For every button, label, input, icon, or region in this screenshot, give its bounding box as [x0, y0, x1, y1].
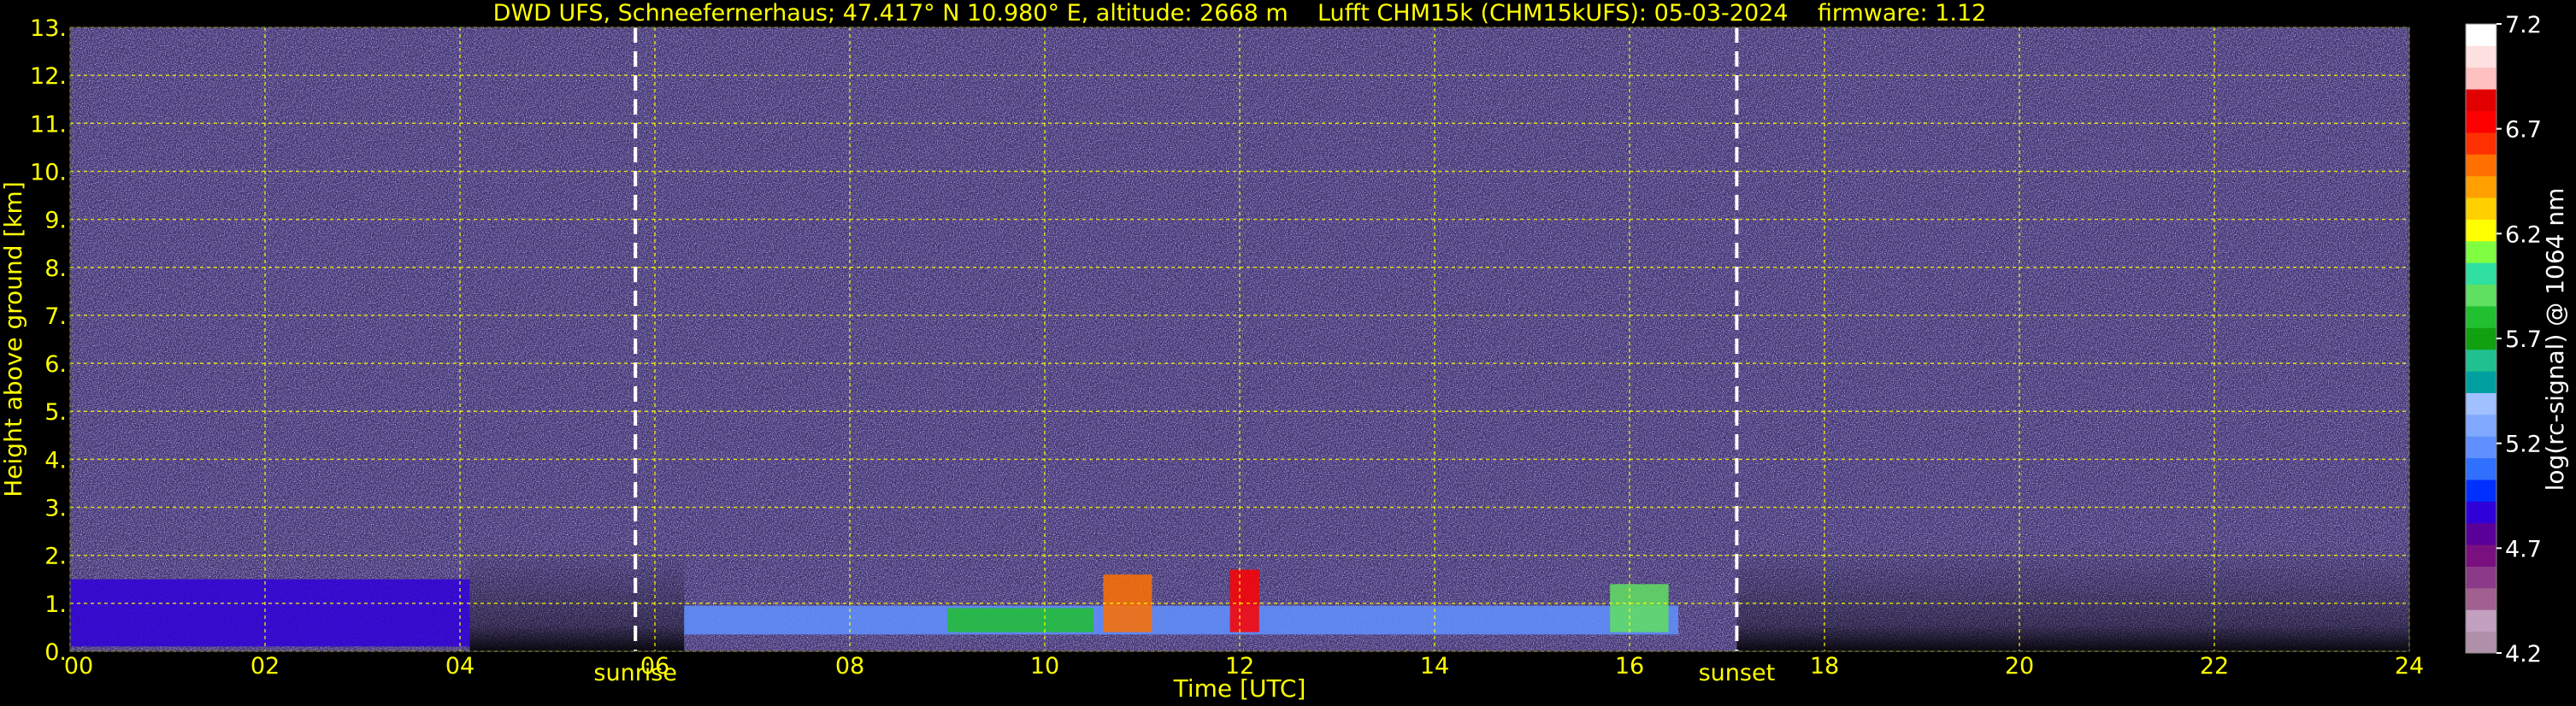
colorbar-tick-label: 5.2 — [2505, 432, 2542, 458]
x-tick-label: 06 — [640, 653, 669, 680]
colorbar-swatch — [2466, 371, 2496, 393]
colorbar-swatch — [2466, 24, 2496, 46]
sun-event-label: sunset — [1699, 660, 1776, 686]
aerosol-layer — [70, 579, 470, 647]
y-tick-label: 13. — [30, 15, 67, 42]
colorbar-swatch — [2466, 89, 2496, 112]
x-tick-label: 08 — [835, 653, 864, 680]
colorbar: 7.2 6.7 6.2 5.7 5.2 4.7 4.2 — [2465, 12, 2542, 668]
colorbar-tick-label: 6.7 — [2505, 117, 2542, 144]
colorbar-swatch — [2466, 587, 2496, 610]
colorbar-swatch — [2466, 631, 2496, 654]
y-tick-label: 6. — [44, 351, 67, 378]
aerosol-layer — [947, 608, 1093, 632]
colorbar-swatch — [2466, 305, 2496, 328]
colorbar-swatch — [2466, 349, 2496, 372]
low-signal-mask — [469, 545, 685, 651]
x-tick-label: 02 — [251, 653, 280, 680]
colorbar-swatch — [2466, 566, 2496, 589]
y-tick-label: 7. — [44, 303, 67, 330]
colorbar-swatch — [2466, 457, 2496, 480]
x-tick-label: 24 — [2395, 653, 2424, 680]
y-tick-labels: 0. 1. 2. 3. 4. 5. 6. 7. 8. 9. 10. 11. 12. 13. — [30, 15, 67, 666]
y-tick-label: 5. — [44, 399, 67, 426]
plot-area: sunrise sunset — [69, 26, 2410, 686]
y-tick-label: 9. — [44, 208, 67, 234]
y-axis-label: Height above ground [km] — [0, 181, 27, 497]
colorbar-swatch — [2466, 501, 2496, 524]
aerosol-layer — [684, 605, 1679, 635]
y-tick-label: 0. — [44, 639, 67, 666]
colorbar-swatch — [2466, 609, 2496, 632]
aerosol-layer — [1610, 584, 1669, 632]
x-tick-label: 20 — [2005, 653, 2034, 680]
colorbar-swatch — [2466, 67, 2496, 90]
colorbar-swatch — [2466, 240, 2496, 263]
x-tick-label: 18 — [1810, 653, 1839, 680]
colorbar-swatch — [2466, 132, 2496, 155]
colorbar-swatch — [2466, 175, 2496, 198]
x-tick-label: 14 — [1420, 653, 1449, 680]
x-tick-label: 16 — [1615, 653, 1644, 680]
colorbar-label: log(rc-signal) @ 1064 nm — [2541, 188, 2569, 491]
colorbar-swatch — [2466, 197, 2496, 220]
colorbar-tick-label: 4.7 — [2505, 536, 2542, 562]
y-tick-label: 1. — [44, 591, 67, 618]
colorbar-tick-label: 5.7 — [2505, 327, 2542, 353]
x-axis-label: Time [UTC] — [1173, 674, 1306, 703]
y-tick-label: 12. — [30, 63, 67, 90]
colorbar-swatch — [2466, 522, 2496, 545]
low-signal-mask — [1736, 545, 2409, 651]
y-tick-label: 11. — [30, 111, 67, 138]
colorbar-swatch — [2466, 392, 2496, 415]
colorbar-tick-label: 7.2 — [2505, 12, 2542, 38]
x-tick-label: 00 — [64, 653, 93, 680]
chart-title: DWD UFS, Schneefernerhaus; 47.417° N 10.… — [493, 0, 1987, 26]
x-tick-label: 10 — [1030, 653, 1059, 680]
colorbar-tick-label: 4.2 — [2505, 641, 2542, 668]
colorbar-swatch — [2466, 262, 2496, 285]
ceilometer-chart: DWD UFS, Schneefernerhaus; 47.417° N 10.… — [0, 0, 2569, 703]
colorbar-swatch — [2466, 436, 2496, 459]
y-tick-label: 10. — [30, 159, 67, 185]
colorbar-swatch — [2466, 544, 2496, 567]
colorbar-swatch — [2466, 45, 2496, 68]
y-tick-label: 3. — [44, 496, 67, 522]
y-tick-label: 2. — [44, 544, 67, 570]
colorbar-swatch — [2466, 219, 2496, 242]
colorbar-swatch — [2466, 110, 2496, 133]
aerosol-layer — [1229, 569, 1259, 632]
colorbar-tick-label: 6.2 — [2505, 221, 2542, 248]
y-tick-label: 8. — [44, 256, 67, 282]
x-tick-label: 04 — [445, 653, 475, 680]
y-tick-label: 4. — [44, 447, 67, 474]
x-tick-label: 22 — [2200, 653, 2229, 680]
colorbar-swatch — [2466, 327, 2496, 350]
colorbar-swatch — [2466, 414, 2496, 437]
colorbar-swatch — [2466, 284, 2496, 307]
colorbar-swatch — [2466, 154, 2496, 177]
colorbar-swatch — [2466, 479, 2496, 502]
